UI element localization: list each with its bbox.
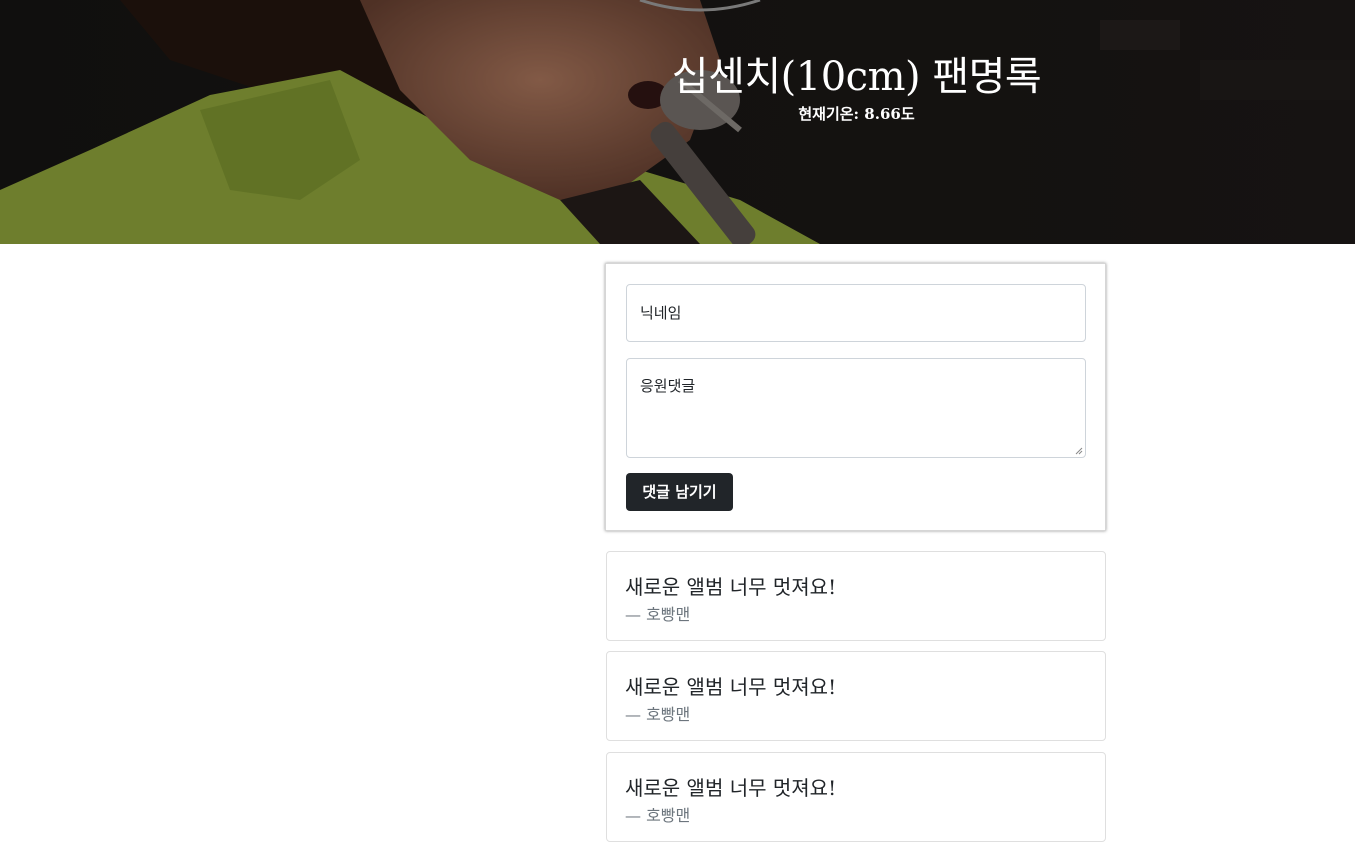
resize-handle-icon[interactable] [1075, 447, 1083, 455]
comment-text: 새로운 앨범 너무 멋져요! [625, 776, 837, 800]
comment-card: 새로운 앨범 너무 멋져요! — 호빵맨 [606, 551, 1106, 641]
comment-textarea[interactable]: 응원댓글 [626, 358, 1086, 458]
comment-author: — 호빵맨 [625, 605, 691, 624]
comment-form: 닉네임 응원댓글 댓글 남기기 [605, 263, 1106, 531]
comment-text: 새로운 앨범 너무 멋져요! [625, 575, 837, 599]
hero-banner: 십센치(10cm) 팬명록 현재기온: 8.66도 [0, 0, 1355, 244]
temperature-label: 현재기온: 8.66도 [798, 105, 915, 123]
page-title: 십센치(10cm) 팬명록 [671, 54, 1042, 100]
comment-text: 새로운 앨범 너무 멋져요! [625, 675, 837, 699]
comment-placeholder: 응원댓글 [640, 377, 696, 395]
comment-author: — 호빵맨 [625, 705, 691, 724]
comment-card: 새로운 앨범 너무 멋져요! — 호빵맨 [606, 752, 1106, 842]
nickname-input[interactable]: 닉네임 [626, 284, 1086, 342]
submit-comment-button[interactable]: 댓글 남기기 [626, 473, 733, 511]
comment-author: — 호빵맨 [625, 806, 691, 825]
comment-card: 새로운 앨범 너무 멋져요! — 호빵맨 [606, 651, 1106, 741]
